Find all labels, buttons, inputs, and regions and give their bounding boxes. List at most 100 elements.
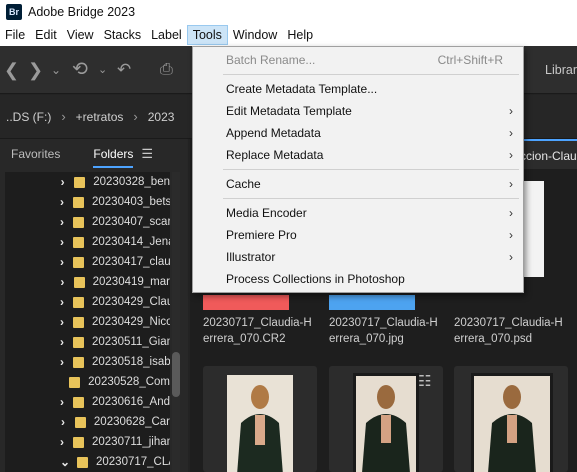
chevron-down-icon[interactable]: ⌄ — [60, 455, 70, 469]
back-icon[interactable]: ❮ — [4, 46, 19, 94]
menu-item-replace-metadata[interactable]: Replace Metadata › — [193, 144, 523, 166]
chevron-right-icon: › — [61, 109, 66, 124]
menu-item-batch-rename[interactable]: Batch Rename... Ctrl+Shift+R — [193, 49, 523, 71]
folder-tree-item[interactable]: › 20230518_isab — [5, 352, 170, 372]
menu-window[interactable]: Window — [228, 25, 282, 45]
folder-tree-item[interactable]: › 20230511_Gian — [5, 332, 170, 352]
history-icon[interactable]: ⟲ — [72, 46, 88, 94]
folder-tree-item[interactable]: › 20230419_mar — [5, 272, 170, 292]
chevron-right-icon[interactable]: › — [60, 335, 64, 349]
portrait-photo — [227, 375, 293, 472]
folder-name: 20230711_jihan — [92, 436, 170, 448]
camera-download-icon[interactable]: ⎙ — [160, 46, 173, 94]
forward-icon[interactable]: ❯ — [28, 46, 43, 94]
scrollbar-thumb[interactable] — [172, 352, 180, 397]
menu-separator — [223, 169, 519, 170]
chevron-right-icon[interactable]: › — [60, 395, 64, 409]
menu-item-create-metadata-template[interactable]: Create Metadata Template... — [193, 78, 523, 100]
menu-file[interactable]: File — [0, 25, 30, 45]
folder-name: 20230403_bets — [92, 196, 170, 208]
folder-tree-item[interactable]: › 20230429_Nico — [5, 312, 170, 332]
folder-tree-scrollbar[interactable] — [172, 172, 180, 472]
chevron-right-icon: › — [509, 228, 513, 242]
chevron-right-icon[interactable]: › — [60, 255, 64, 269]
menu-help[interactable]: Help — [282, 25, 318, 45]
folder-icon — [73, 336, 84, 348]
menu-item-append-metadata[interactable]: Append Metadata › — [193, 122, 523, 144]
menu-stacks[interactable]: Stacks — [99, 25, 147, 45]
folder-name: 20230511_Gian — [92, 336, 170, 348]
menu-item-process-collections-photoshop[interactable]: Process Collections in Photoshop — [193, 268, 523, 290]
library-workspace-tab[interactable]: Librar — [545, 46, 577, 94]
chevron-right-icon: › — [509, 250, 513, 264]
folder-tree-item[interactable]: › 20230711_jihan — [5, 432, 170, 452]
menu-item-premiere-pro[interactable]: Premiere Pro › — [193, 224, 523, 246]
file-name[interactable]: 20230717_Claudia-Herrera_070.jpg — [329, 315, 444, 347]
folder-tree-item[interactable]: ⌄ 20230717_CLAU — [5, 452, 170, 472]
menu-item-illustrator[interactable]: Illustrator › — [193, 246, 523, 268]
folder-name: 20230628_Car — [93, 416, 170, 428]
file-name[interactable]: 20230717_Claudia-Herrera_070.psd — [454, 315, 569, 347]
chevron-right-icon[interactable]: › — [60, 315, 64, 329]
chevron-right-icon: › — [509, 148, 513, 162]
folder-icon — [73, 436, 84, 448]
window-title: Adobe Bridge 2023 — [28, 5, 136, 19]
breadcrumb-retratos[interactable]: +retratos — [76, 110, 124, 124]
folder-name: 20230616_And — [92, 396, 170, 408]
boomerang-icon[interactable]: ↶ — [117, 46, 131, 94]
folder-icon — [73, 356, 84, 368]
chevron-right-icon[interactable]: › — [60, 175, 65, 189]
folder-tree-item[interactable]: › 20230429_Clau — [5, 292, 170, 312]
menu-bar: File Edit View Stacks Label Tools Window… — [0, 24, 577, 46]
breadcrumb-2023[interactable]: 2023 — [148, 110, 175, 124]
chevron-right-icon[interactable]: › — [60, 235, 64, 249]
chevron-right-icon[interactable]: › — [60, 435, 64, 449]
menu-item-cache[interactable]: Cache › — [193, 173, 523, 195]
menu-item-media-encoder[interactable]: Media Encoder › — [193, 202, 523, 224]
folder-icon — [73, 316, 84, 328]
folder-tree-item[interactable]: › 20230616_And — [5, 392, 170, 412]
chevron-right-icon: › — [509, 126, 513, 140]
tab-folders[interactable]: Folders — [93, 147, 134, 168]
folder-name: 20230429_Clau — [92, 296, 170, 308]
folder-name: 20230518_isab — [92, 356, 170, 368]
folder-icon — [77, 456, 88, 468]
folder-name: 20230419_mar — [92, 276, 170, 288]
menu-view[interactable]: View — [62, 25, 99, 45]
chevron-right-icon[interactable]: › — [60, 355, 64, 369]
adjustments-icon[interactable]: ☷ — [418, 372, 431, 390]
menu-label[interactable]: Label — [146, 25, 187, 45]
thumbnail-cell[interactable] — [203, 366, 317, 472]
folder-icon — [73, 216, 84, 228]
portrait-photo — [353, 373, 419, 472]
chevron-down-icon[interactable]: ⌄ — [98, 46, 107, 94]
chevron-right-icon[interactable]: › — [60, 195, 64, 209]
thumbnail-cell[interactable] — [454, 366, 568, 472]
folder-tree-item[interactable]: › 20230403_bets — [5, 192, 170, 212]
chevron-right-icon[interactable]: › — [60, 415, 66, 429]
folder-tree-item[interactable]: › 20230414_Jena — [5, 232, 170, 252]
label-color-bar — [203, 295, 289, 310]
folder-tree-item[interactable]: › 20230417_clau — [5, 252, 170, 272]
folder-name: 20230528_Com — [88, 376, 170, 388]
folder-tree-item[interactable]: › 20230407_scar — [5, 212, 170, 232]
chevron-right-icon[interactable]: › — [60, 295, 64, 309]
menu-tools[interactable]: Tools — [186, 25, 228, 45]
folder-name: 20230429_Nico — [92, 316, 170, 328]
chevron-right-icon[interactable]: › — [60, 275, 65, 289]
folder-tree-item[interactable]: › 20230328_ben — [5, 172, 170, 192]
menu-item-edit-metadata-template[interactable]: Edit Metadata Template › — [193, 100, 523, 122]
folder-icon — [73, 236, 84, 248]
breadcrumb-drive[interactable]: ..DS (F:) — [6, 110, 51, 124]
tab-favorites[interactable]: Favorites — [11, 147, 60, 161]
folder-tree-item[interactable]: 20230528_Com — [5, 372, 170, 392]
chevron-down-icon[interactable]: ⌄ — [51, 46, 61, 94]
panel-menu-icon[interactable]: ☰ — [141, 146, 153, 162]
menu-edit[interactable]: Edit — [30, 25, 62, 45]
menu-separator — [223, 198, 519, 199]
file-name[interactable]: 20230717_Claudia-Herrera_070.CR2 — [203, 315, 318, 347]
chevron-right-icon[interactable]: › — [60, 215, 64, 229]
folder-icon — [73, 396, 84, 408]
folder-name: 20230407_scar — [92, 216, 170, 228]
folder-tree-item[interactable]: › 20230628_Car — [5, 412, 170, 432]
